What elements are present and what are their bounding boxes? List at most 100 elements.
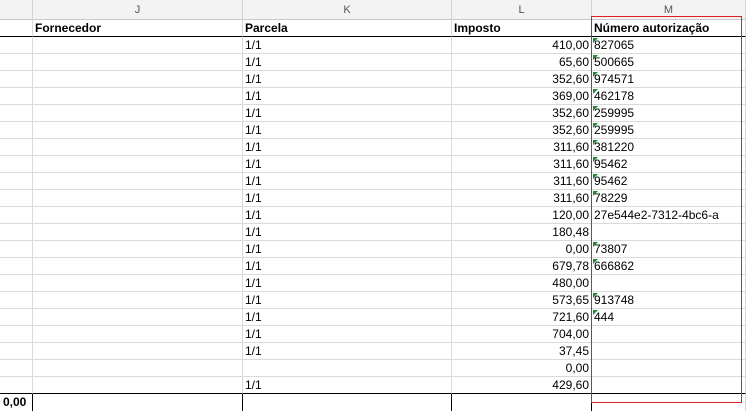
cell-numero-autorizacao[interactable]: 95462 <box>592 173 746 190</box>
cell-parcela[interactable]: 1/1 <box>243 37 452 54</box>
cell-parcela[interactable]: 1/1 <box>243 156 452 173</box>
cell-i[interactable] <box>0 190 33 207</box>
cell-i[interactable] <box>0 275 33 292</box>
cell-parcela[interactable] <box>243 394 452 411</box>
cell-imposto[interactable]: 352,60 <box>452 122 592 139</box>
cell-fornecedor[interactable] <box>33 88 243 105</box>
column-header-k[interactable]: K <box>243 0 452 20</box>
cell-imposto[interactable]: 352,60 <box>452 71 592 88</box>
cell-parcela[interactable]: 1/1 <box>243 173 452 190</box>
cell-numero-autorizacao[interactable]: 666862 <box>592 258 746 275</box>
column-header-m[interactable]: M <box>592 0 746 20</box>
cell-i[interactable] <box>0 122 33 139</box>
cell-numero-autorizacao[interactable] <box>592 377 746 394</box>
cell-i[interactable] <box>0 37 33 54</box>
cell-imposto[interactable]: 37,45 <box>452 343 592 360</box>
cell-i[interactable] <box>0 258 33 275</box>
cell-numero-autorizacao[interactable]: 259995 <box>592 122 746 139</box>
cell-fornecedor[interactable] <box>33 377 243 394</box>
column-header-blank[interactable] <box>0 0 33 20</box>
cell-numero-autorizacao[interactable]: 444 <box>592 309 746 326</box>
cell-fornecedor[interactable] <box>33 394 243 411</box>
cell-i[interactable] <box>0 224 33 241</box>
cell-parcela[interactable]: 1/1 <box>243 207 452 224</box>
cell-imposto[interactable]: 721,60 <box>452 309 592 326</box>
column-header-j[interactable]: J <box>33 0 243 20</box>
cell-imposto[interactable]: 679,78 <box>452 258 592 275</box>
cell-numero-autorizacao[interactable] <box>592 394 746 411</box>
cell-numero-autorizacao[interactable]: 827065 <box>592 37 746 54</box>
cell-fornecedor[interactable] <box>33 71 243 88</box>
cell-i[interactable] <box>0 343 33 360</box>
cell-parcela[interactable]: 1/1 <box>243 190 452 207</box>
cell-numero-autorizacao[interactable]: 913748 <box>592 292 746 309</box>
cell-fornecedor[interactable] <box>33 343 243 360</box>
cell-imposto[interactable]: 65,60 <box>452 54 592 71</box>
cell-parcela[interactable] <box>243 360 452 377</box>
cell-imposto[interactable]: 352,60 <box>452 105 592 122</box>
cell-i[interactable] <box>0 207 33 224</box>
cell-numero-autorizacao[interactable]: 95462 <box>592 156 746 173</box>
cell-fornecedor[interactable] <box>33 139 243 156</box>
cell-imposto[interactable]: 704,00 <box>452 326 592 343</box>
cell-fornecedor[interactable] <box>33 275 243 292</box>
cell-numero-autorizacao[interactable]: 462178 <box>592 88 746 105</box>
cell-parcela[interactable]: 1/1 <box>243 343 452 360</box>
cell-imposto[interactable]: 311,60 <box>452 156 592 173</box>
cell-imposto[interactable]: 410,00 <box>452 37 592 54</box>
cell-numero-autorizacao[interactable]: 974571 <box>592 71 746 88</box>
header-fornecedor[interactable]: Fornecedor <box>33 20 243 37</box>
cell-numero-autorizacao[interactable] <box>592 224 746 241</box>
cell-parcela[interactable]: 1/1 <box>243 105 452 122</box>
cell-total[interactable]: 0,00 <box>0 394 33 411</box>
cell-fornecedor[interactable] <box>33 156 243 173</box>
cell-fornecedor[interactable] <box>33 309 243 326</box>
cell-i[interactable] <box>0 360 33 377</box>
cell-parcela[interactable]: 1/1 <box>243 275 452 292</box>
cell-numero-autorizacao[interactable]: 78229 <box>592 190 746 207</box>
cell-numero-autorizacao[interactable] <box>592 275 746 292</box>
cell-fornecedor[interactable] <box>33 122 243 139</box>
cell-i[interactable] <box>0 139 33 156</box>
spreadsheet-grid[interactable]: J K L M Fornecedor Parcela Imposto Númer… <box>0 0 746 411</box>
cell-parcela[interactable]: 1/1 <box>243 54 452 71</box>
cell-imposto[interactable]: 0,00 <box>452 360 592 377</box>
cell-imposto[interactable]: 429,60 <box>452 377 592 394</box>
cell-fornecedor[interactable] <box>33 190 243 207</box>
cell-imposto[interactable]: 0,00 <box>452 241 592 258</box>
cell-i[interactable] <box>0 71 33 88</box>
cell-fornecedor[interactable] <box>33 258 243 275</box>
cell-imposto[interactable]: 369,00 <box>452 88 592 105</box>
cell-numero-autorizacao[interactable]: 381220 <box>592 139 746 156</box>
cell-numero-autorizacao[interactable] <box>592 326 746 343</box>
cell-parcela[interactable]: 1/1 <box>243 241 452 258</box>
cell-fornecedor[interactable] <box>33 360 243 377</box>
cell-imposto[interactable]: 480,00 <box>452 275 592 292</box>
cell-imposto[interactable]: 180,48 <box>452 224 592 241</box>
cell-parcela[interactable]: 1/1 <box>243 377 452 394</box>
cell-fornecedor[interactable] <box>33 37 243 54</box>
cell-numero-autorizacao[interactable]: 500665 <box>592 54 746 71</box>
cell-fornecedor[interactable] <box>33 292 243 309</box>
cell-fornecedor[interactable] <box>33 54 243 71</box>
cell-i[interactable] <box>0 377 33 394</box>
cell-numero-autorizacao[interactable]: 27e544e2-7312-4bc6-a <box>592 207 746 224</box>
cell-i[interactable] <box>0 54 33 71</box>
cell-fornecedor[interactable] <box>33 326 243 343</box>
cell-parcela[interactable]: 1/1 <box>243 122 452 139</box>
cell-parcela[interactable]: 1/1 <box>243 139 452 156</box>
cell-fornecedor[interactable] <box>33 105 243 122</box>
cell-i-header[interactable] <box>0 20 33 37</box>
cell-imposto[interactable]: 311,60 <box>452 139 592 156</box>
cell-i[interactable] <box>0 105 33 122</box>
cell-parcela[interactable]: 1/1 <box>243 292 452 309</box>
cell-parcela[interactable]: 1/1 <box>243 309 452 326</box>
cell-numero-autorizacao[interactable] <box>592 360 746 377</box>
cell-parcela[interactable]: 1/1 <box>243 258 452 275</box>
cell-parcela[interactable]: 1/1 <box>243 71 452 88</box>
cell-numero-autorizacao[interactable] <box>592 343 746 360</box>
cell-i[interactable] <box>0 326 33 343</box>
cell-imposto[interactable] <box>452 394 592 411</box>
cell-i[interactable] <box>0 173 33 190</box>
column-header-l[interactable]: L <box>452 0 592 20</box>
